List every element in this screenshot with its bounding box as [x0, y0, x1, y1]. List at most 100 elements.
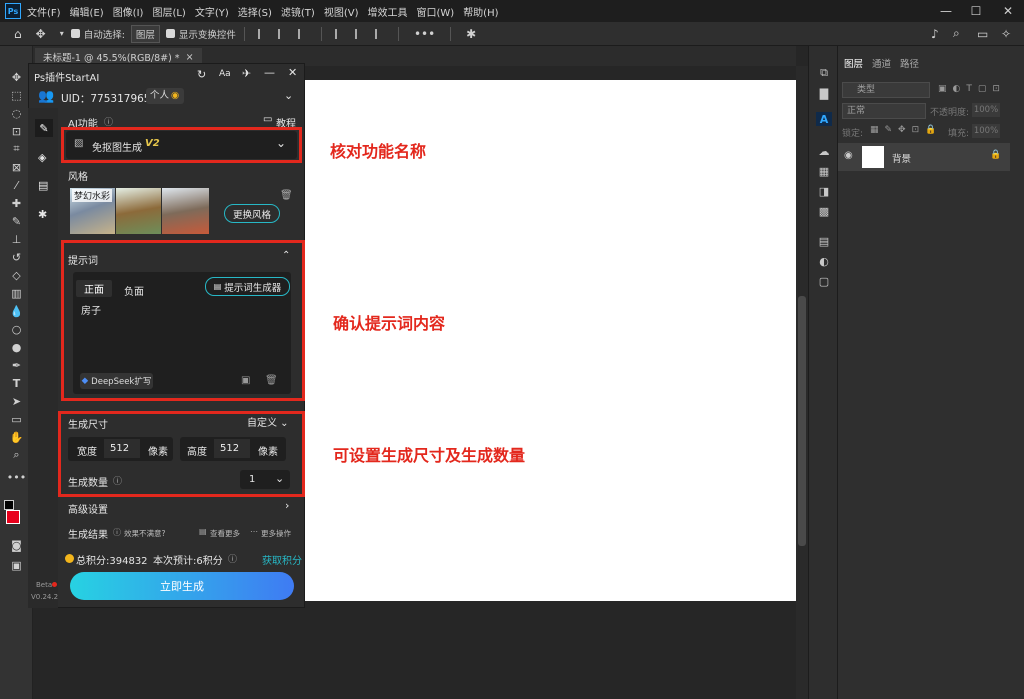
adjustments-icon[interactable]: ◐ [816, 254, 832, 268]
home-icon[interactable]: ⌂ [14, 27, 22, 41]
layer-thumbnail [862, 146, 884, 168]
pen-mode-icon[interactable]: ✎ [35, 119, 53, 137]
minimize-panel-icon[interactable]: — [264, 66, 275, 79]
search-icon[interactable]: ⌕ [953, 26, 960, 41]
show-transform-checkbox[interactable] [165, 29, 175, 38]
layer-filter-placeholder: 类型 [857, 85, 876, 95]
uid-label: UID：775317965 [61, 93, 151, 105]
menu-window[interactable]: 窗口(W) [416, 4, 454, 19]
show-transform-label: 显示变换控件 [178, 29, 236, 41]
menu-file[interactable]: 文件(F) [27, 4, 61, 19]
align-bottom-icon[interactable] [374, 28, 385, 39]
maximize-button[interactable]: ☐ [962, 0, 990, 22]
info-icon[interactable]: ⓘ [228, 552, 237, 565]
opacity-label: 不透明度: [930, 108, 970, 118]
layer-filter-icons[interactable]: ▣◐T▢⊡ [938, 84, 1006, 94]
users-icon: 👥 [38, 89, 55, 104]
fill-label: 填充: [948, 129, 970, 139]
menu-bar: Ps 文件(F) 编辑(E) 图像(I) 图层(L) 文字(Y) 选择(S) 滤… [0, 0, 1024, 22]
startai-plugin-icon[interactable]: A [816, 112, 832, 126]
help-icon[interactable]: ⓘ [113, 527, 121, 538]
workspace-icon[interactable]: ▭ [977, 27, 988, 41]
chevron-down-icon[interactable]: ⌄ [284, 89, 293, 102]
foreground-color-swatch[interactable] [6, 510, 20, 524]
bell-icon[interactable]: ♪ [931, 27, 939, 41]
more-options-icon[interactable]: ••• [414, 27, 435, 41]
menu-select[interactable]: 选择(S) [238, 4, 272, 19]
align-right-icon[interactable] [297, 28, 308, 39]
font-size-icon[interactable]: Aa [219, 69, 231, 79]
menu-image[interactable]: 图像(I) [113, 4, 144, 19]
swatches-icon[interactable]: ▦ [816, 164, 832, 178]
blend-mode-dropdown[interactable]: 正常 [842, 103, 926, 119]
photoshop-logo-icon: Ps [5, 3, 21, 19]
tab-layers[interactable]: 图层 [844, 56, 863, 70]
account-badge[interactable]: 个人 ◉ [146, 88, 184, 104]
menu-plugins[interactable]: 增效工具 [367, 4, 407, 19]
channels-icon[interactable]: ▢ [816, 274, 832, 288]
layer-row-background[interactable]: ◉ 背景 🔒 [838, 143, 1010, 171]
divider [243, 26, 245, 41]
align-top-icon[interactable] [334, 28, 345, 39]
highlight-prompt-box [61, 240, 305, 401]
align-center-icon[interactable] [277, 28, 288, 39]
gradients-icon[interactable]: ◨ [816, 184, 832, 198]
share-icon[interactable]: ✧ [1001, 27, 1011, 41]
opacity-field[interactable]: 100% [972, 103, 1000, 117]
tab-paths[interactable]: 路径 [900, 56, 919, 70]
close-window-button[interactable]: ✕ [994, 0, 1022, 22]
close-tab-icon[interactable]: × [186, 52, 194, 63]
result-unsatisfied-link[interactable]: 效果不满意? [124, 528, 165, 539]
change-style-button[interactable]: 更换风格 [224, 204, 280, 223]
get-points-link[interactable]: 获取积分 [262, 552, 302, 567]
layer-filter-search[interactable]: 类型 [842, 82, 930, 98]
auto-select-checkbox[interactable] [70, 29, 80, 38]
menu-view[interactable]: 视图(V) [324, 4, 359, 19]
generate-now-button[interactable]: 立即生成 [70, 572, 294, 600]
lock-label: 锁定: [842, 129, 864, 139]
move-tool-icon[interactable]: ✥ [36, 27, 46, 41]
auto-select-dropdown[interactable]: 图层 [130, 24, 160, 43]
menu-layer[interactable]: 图层(L) [152, 4, 185, 19]
scrollbar-thumb[interactable] [798, 296, 806, 546]
libraries-icon[interactable]: ▤ [816, 234, 832, 248]
tab-channels[interactable]: 通道 [872, 56, 891, 70]
gear-icon[interactable]: ✱ [466, 27, 476, 41]
options-bar: ⌂ ✥ ▾ 自动选择: 图层 显示变换控件 ••• ✱ ♪ ⌕ ▭ ✧ [0, 22, 1024, 46]
layers-mode-icon[interactable]: ◈ [38, 151, 46, 164]
lock-icon: 🔒 [990, 150, 1002, 160]
chevron-right-icon[interactable]: › [285, 499, 289, 512]
align-middle-icon[interactable] [354, 28, 365, 39]
patterns-icon[interactable]: ▩ [816, 204, 832, 218]
advanced-settings-label[interactable]: 高级设置 [68, 501, 108, 516]
auto-select-label: 自动选择: [83, 29, 125, 41]
settings-icon[interactable]: ✱ [38, 208, 47, 221]
menu-help[interactable]: 帮助(H) [463, 4, 498, 19]
default-colors-icon[interactable] [4, 500, 14, 510]
points-total: 总积分:394832 [76, 556, 148, 567]
align-left-icon[interactable] [257, 28, 268, 39]
refresh-icon[interactable]: ↻ [197, 68, 206, 81]
trash-icon[interactable]: 🗑 [280, 190, 293, 201]
menu-filter[interactable]: 滤镜(T) [281, 4, 315, 19]
view-more-link[interactable]: 查看更多 [210, 528, 240, 539]
highlight-function-box [61, 127, 302, 163]
version-label: V0.24.2 [31, 593, 59, 601]
pin-icon[interactable]: ✈ [242, 67, 251, 80]
close-panel-icon[interactable]: ✕ [288, 66, 297, 79]
fill-field[interactable]: 100% [972, 124, 1000, 138]
menu-edit[interactable]: 编辑(E) [70, 4, 104, 19]
divider [320, 26, 322, 41]
minimize-button[interactable]: — [932, 0, 960, 22]
properties-icon[interactable]: ☁ [816, 144, 832, 158]
history-icon[interactable]: ⧉ [816, 66, 832, 80]
menu-type[interactable]: 文字(Y) [195, 4, 229, 19]
document-mode-icon[interactable]: ▤ [38, 179, 48, 192]
chevron-down-icon[interactable]: ▾ [60, 29, 64, 38]
more-actions-link[interactable]: 更多操作 [261, 528, 291, 539]
change-style-label: 更换风格 [232, 209, 271, 221]
coin-icon: ◉ [171, 90, 180, 101]
eye-icon[interactable]: ◉ [844, 150, 853, 161]
lock-icons[interactable]: ▦✎✥⊡🔒 [870, 125, 942, 135]
comment-icon[interactable]: ▇ [816, 86, 832, 100]
